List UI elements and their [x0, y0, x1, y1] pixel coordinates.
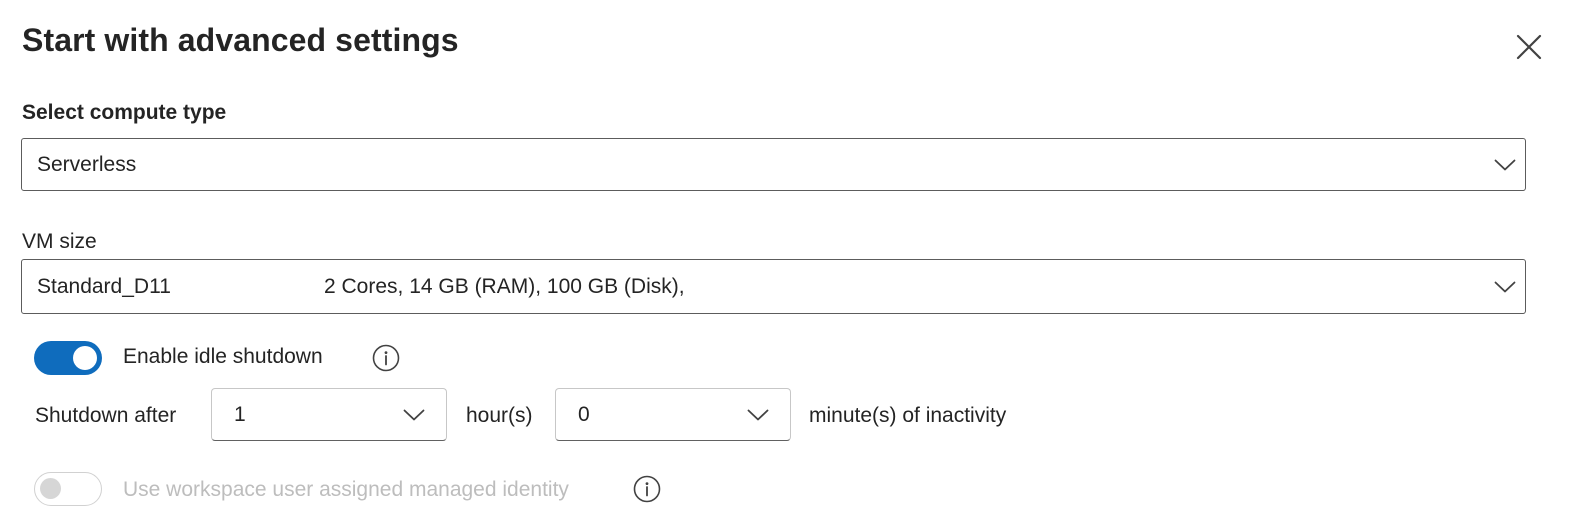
idle-shutdown-toggle[interactable]: [34, 341, 102, 375]
info-icon[interactable]: [371, 343, 401, 373]
dialog-title: Start with advanced settings: [22, 22, 459, 58]
vm-size-dropdown[interactable]: Standard_D11 2 Cores, 14 GB (RAM), 100 GB…: [21, 259, 1526, 314]
compute-type-value: Serverless: [37, 152, 137, 176]
toggle-knob: [73, 346, 97, 370]
minutes-dropdown[interactable]: 0: [555, 388, 791, 441]
close-icon: [1516, 34, 1542, 60]
hours-dropdown[interactable]: 1: [211, 388, 447, 441]
vm-size-label: VM size: [22, 230, 97, 253]
chevron-down-icon: [1485, 281, 1525, 293]
toggle-knob: [40, 478, 61, 499]
compute-type-dropdown[interactable]: Serverless: [21, 138, 1526, 191]
idle-shutdown-label: Enable idle shutdown: [123, 345, 323, 368]
info-icon[interactable]: [632, 474, 662, 504]
vm-size-specs: 2 Cores, 14 GB (RAM), 100 GB (Disk),: [324, 274, 685, 298]
close-button[interactable]: [1512, 30, 1546, 64]
managed-identity-label: Use workspace user assigned managed iden…: [123, 478, 569, 501]
advanced-settings-dialog: Start with advanced settings Select comp…: [0, 0, 1584, 516]
chevron-down-icon: [726, 409, 790, 421]
compute-type-label: Select compute type: [22, 101, 227, 124]
minutes-suffix-label: minute(s) of inactivity: [809, 404, 1007, 427]
hours-value: 1: [234, 402, 246, 426]
vm-size-value: Standard_D11 2 Cores, 14 GB (RAM), 100 GB…: [22, 275, 1485, 299]
chevron-down-icon: [382, 409, 446, 421]
vm-size-name: Standard_D11: [37, 274, 171, 298]
shutdown-after-label: Shutdown after: [35, 404, 177, 427]
minutes-value: 0: [578, 402, 590, 426]
managed-identity-toggle[interactable]: [34, 472, 102, 506]
hours-unit-label: hour(s): [466, 404, 533, 427]
chevron-down-icon: [1485, 159, 1525, 171]
